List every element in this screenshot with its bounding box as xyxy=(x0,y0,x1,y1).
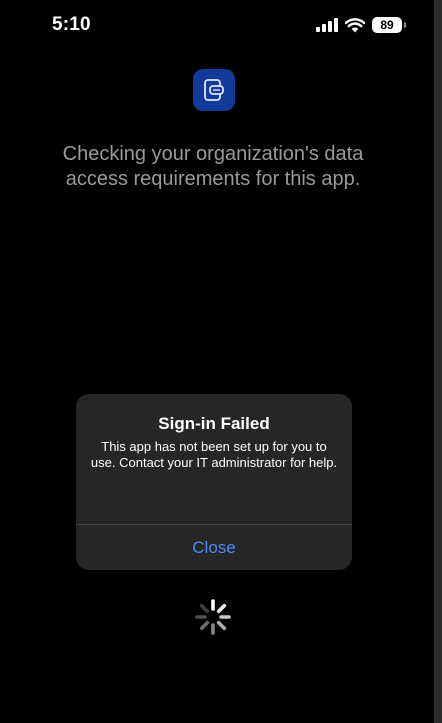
status-time: 5:10 xyxy=(52,14,91,35)
window-edge xyxy=(434,0,442,723)
battery-icon: 89 xyxy=(372,17,406,33)
company-portal-icon xyxy=(193,69,235,111)
loading-spinner-icon xyxy=(195,599,231,635)
sign-in-failed-alert: Sign-in Failed This app has not been set… xyxy=(76,394,352,570)
close-button[interactable]: Close xyxy=(76,525,352,570)
app-screen: 5:10 89 Checking your organization's dat… xyxy=(0,0,442,723)
alert-message: This app has not been set up for you to … xyxy=(90,439,338,470)
cellular-signal-icon xyxy=(316,18,338,32)
status-icons: 89 xyxy=(316,17,406,33)
checking-message: Checking your organization's data access… xyxy=(62,143,364,190)
battery-level: 89 xyxy=(380,18,394,32)
wifi-icon xyxy=(345,17,365,32)
alert-title: Sign-in Failed xyxy=(158,414,270,433)
